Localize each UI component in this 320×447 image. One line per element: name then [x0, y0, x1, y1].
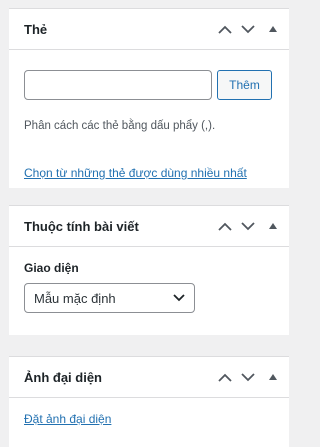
- add-tag-button[interactable]: Thêm: [217, 70, 272, 100]
- move-up-button[interactable]: [214, 366, 236, 388]
- triangle-up-icon: [269, 26, 277, 32]
- move-down-button[interactable]: [237, 18, 259, 40]
- template-label: Giao diện: [24, 261, 79, 275]
- attributes-panel-title: Thuộc tính bài viết: [24, 219, 139, 234]
- move-up-button[interactable]: [214, 18, 236, 40]
- move-down-button[interactable]: [237, 215, 259, 237]
- template-select-value: Mẫu mặc định: [34, 290, 116, 306]
- tag-input[interactable]: [24, 70, 212, 100]
- featured-image-panel-body: Đặt ảnh đại diện: [9, 398, 289, 447]
- tags-panel-header: Thẻ: [9, 9, 289, 50]
- attributes-panel: Thuộc tính bài viết Giao diện Mẫu mặc đị…: [9, 205, 289, 335]
- attributes-panel-header: Thuộc tính bài viết: [9, 206, 289, 247]
- tag-help-text: Phân cách các thẻ bằng dấu phẩy (,).: [24, 120, 216, 132]
- toggle-panel-button[interactable]: [267, 18, 279, 40]
- chevron-down-icon: [241, 372, 255, 381]
- move-down-button[interactable]: [237, 366, 259, 388]
- attributes-panel-body: Giao diện Mẫu mặc định: [9, 247, 289, 335]
- featured-image-panel-title: Ảnh đại diện: [24, 370, 102, 385]
- template-select[interactable]: Mẫu mặc định: [24, 283, 195, 313]
- chevron-up-icon: [218, 373, 232, 382]
- triangle-up-icon: [269, 223, 277, 229]
- move-up-button[interactable]: [214, 215, 236, 237]
- tags-panel-body: Thêm Phân cách các thẻ bằng dấu phẩy (,)…: [9, 50, 289, 188]
- most-used-tags-link[interactable]: Chọn từ những thẻ được dùng nhiều nhất: [24, 166, 247, 180]
- chevron-down-icon: [241, 221, 255, 230]
- triangle-up-icon: [269, 374, 277, 380]
- set-featured-image-link[interactable]: Đặt ảnh đại diện: [24, 412, 111, 426]
- featured-image-panel-header: Ảnh đại diện: [9, 357, 289, 398]
- toggle-panel-button[interactable]: [267, 366, 279, 388]
- chevron-up-icon: [218, 222, 232, 231]
- tags-panel: Thẻ Thêm Phân cách các thẻ bằng dấu phẩy…: [9, 8, 289, 188]
- chevron-down-icon: [173, 294, 185, 302]
- tags-panel-title: Thẻ: [24, 22, 48, 37]
- toggle-panel-button[interactable]: [267, 215, 279, 237]
- chevron-up-icon: [218, 25, 232, 34]
- chevron-down-icon: [241, 24, 255, 33]
- featured-image-panel: Ảnh đại diện Đặt ảnh đại diện: [9, 356, 289, 447]
